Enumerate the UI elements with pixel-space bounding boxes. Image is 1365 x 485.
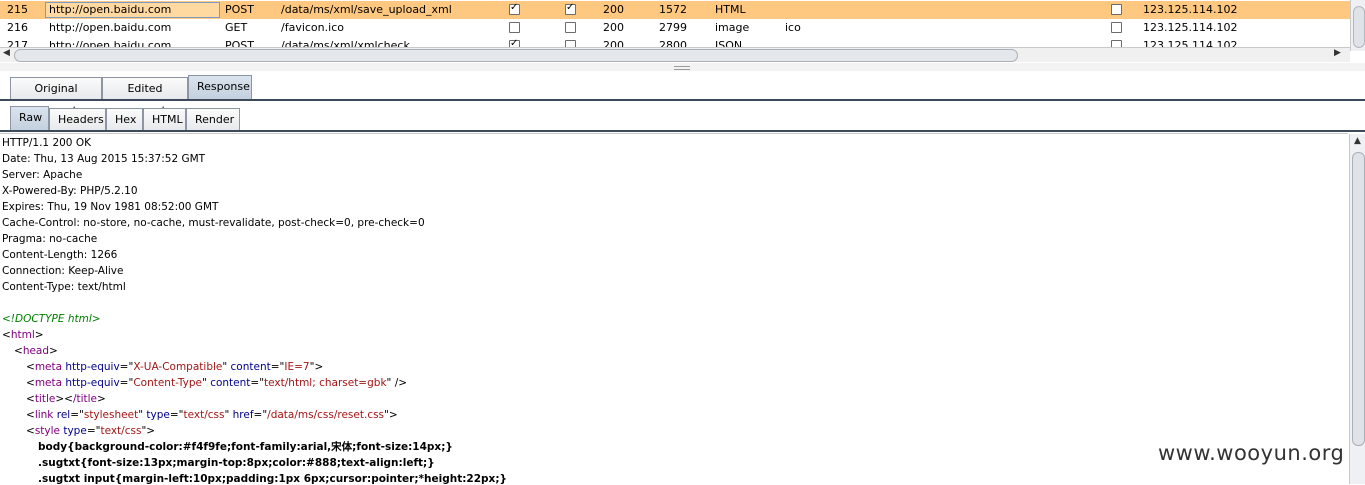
tab-hex[interactable]: Hex: [106, 108, 143, 130]
header-line: Content-Length: 1266: [2, 249, 118, 261]
attr-name: content: [210, 377, 251, 389]
attr-value: text/html; charset=gbk: [264, 377, 387, 389]
attr-name: http-equiv: [65, 377, 120, 389]
header-line: Pragma: no-cache: [2, 233, 98, 245]
tag-name: meta: [34, 377, 63, 389]
splitter-grip-icon[interactable]: [674, 66, 690, 70]
comment-checkbox[interactable]: [1111, 4, 1122, 15]
attr-name: rel: [56, 409, 71, 421]
row-length: 1572: [659, 3, 687, 16]
response-raw-view[interactable]: HTTP/1.1 200 OK Date: Thu, 13 Aug 2015 1…: [0, 133, 1348, 485]
row-number: 216: [7, 21, 28, 34]
title-line: <title></title>: [26, 393, 106, 405]
row-status: 200: [603, 21, 624, 34]
head-open-line: <head>: [14, 345, 58, 357]
row-path: /data/ms/xml/save_upload_xml: [281, 3, 452, 16]
scrollbar-thumb[interactable]: [14, 49, 1018, 62]
tag-name: style: [34, 425, 60, 437]
header-line: HTTP/1.1 200 OK: [2, 137, 91, 149]
edited-checkbox[interactable]: [565, 2, 576, 15]
tag-close: />: [391, 377, 408, 389]
css-line: .sugtxt input{margin-left:10px;padding:1…: [38, 473, 507, 485]
header-line: Expires: Thu, 19 Nov 1981 08:52:00 GMT: [2, 201, 219, 213]
tab-raw[interactable]: Raw: [10, 106, 49, 130]
row-status: 200: [603, 3, 624, 16]
row-host[interactable]: http://open.baidu.com: [45, 2, 220, 18]
row-number: 215: [7, 3, 28, 16]
row-mime: image: [715, 21, 750, 34]
attr-value: text/css: [100, 425, 142, 437]
row-mime: HTML: [715, 3, 746, 16]
scrollbar-thumb[interactable]: [1352, 152, 1365, 446]
header-line: X-Powered-By: PHP/5.2.10: [2, 185, 138, 197]
tag-name: html: [10, 329, 35, 341]
attr-value: text/css: [183, 409, 225, 421]
header-line: Date: Thu, 13 Aug 2015 15:37:52 GMT: [2, 153, 206, 165]
row-ip: 123.125.114.102: [1143, 21, 1238, 34]
tag-name: title: [34, 393, 56, 405]
table-row[interactable]: 215 http://open.baidu.com POST /data/ms/…: [0, 1, 1350, 19]
tab-response[interactable]: Response: [188, 75, 252, 99]
content-vertical-scrollbar[interactable]: ▲: [1349, 134, 1365, 484]
row-path: /favicon.ico: [281, 21, 344, 34]
attr-name: content: [230, 361, 271, 373]
params-checkbox[interactable]: [509, 2, 520, 15]
scroll-left-icon[interactable]: ◀: [3, 48, 10, 58]
params-checkbox[interactable]: [509, 22, 520, 33]
tab-render[interactable]: Render: [186, 108, 240, 130]
attr-name: type: [63, 425, 87, 437]
pane-splitter[interactable]: [0, 63, 1365, 71]
header-line: Cache-Control: no-store, no-cache, must-…: [2, 217, 425, 229]
row-host[interactable]: http://open.baidu.com: [49, 21, 171, 35]
edited-checkbox[interactable]: [565, 22, 576, 33]
header-line: Connection: Keep-Alive: [2, 265, 124, 277]
attr-name: type: [146, 409, 170, 421]
table-horizontal-scrollbar[interactable]: ◀ ▶: [0, 47, 1350, 62]
attr-value: /data/ms/css/reset.css: [267, 409, 385, 421]
table-row[interactable]: 216 http://open.baidu.com GET /favicon.i…: [0, 19, 1350, 37]
scroll-up-icon[interactable]: ▲: [1354, 136, 1361, 146]
attr-value: stylesheet: [83, 409, 139, 421]
row-extension: ico: [785, 21, 801, 34]
row-method: GET: [225, 21, 248, 34]
header-line: Content-Type: text/html: [2, 281, 126, 293]
tag-name: /title: [72, 393, 98, 405]
tab-edited-request[interactable]: Edited request: [102, 77, 188, 117]
tag-name: link: [34, 409, 54, 421]
row-ip: 123.125.114.102: [1143, 3, 1238, 16]
css-line: .sugtxt{font-size:13px;margin-top:8px;co…: [38, 457, 435, 469]
attr-name: http-equiv: [65, 361, 120, 373]
css-line: body{background-color:#f4f9fe;font-famil…: [38, 441, 453, 453]
header-line: Server: Apache: [2, 169, 83, 181]
scroll-right-icon[interactable]: ▶: [1334, 48, 1341, 58]
tag-close: >: [314, 361, 324, 373]
tab-html[interactable]: HTML: [143, 108, 186, 130]
view-tabs: Raw Headers Hex HTML Render: [0, 104, 1365, 132]
tag-name: meta: [34, 361, 63, 373]
html-open-line: <html>: [2, 329, 44, 341]
row-method: POST: [225, 3, 254, 16]
tab-original-request[interactable]: Original request: [10, 77, 102, 117]
attr-name: href: [232, 409, 254, 421]
meta-line: <meta http-equiv="X-UA-Compatible" conte…: [26, 361, 324, 373]
history-table: 215 http://open.baidu.com POST /data/ms/…: [0, 0, 1350, 51]
tab-headers[interactable]: Headers: [49, 108, 106, 130]
scrollbar-thumb[interactable]: [1353, 6, 1365, 48]
attr-value: IE=7: [284, 361, 310, 373]
table-vertical-scrollbar[interactable]: [1350, 0, 1365, 51]
tag-name: head: [22, 345, 50, 357]
link-line: <link rel="stylesheet" type="text/css" h…: [26, 409, 398, 421]
meta-line: <meta http-equiv="Content-Type" content=…: [26, 377, 408, 389]
row-length: 2799: [659, 21, 687, 34]
watermark: www.wooyun.org: [1158, 441, 1345, 465]
doctype-line: <!DOCTYPE html>: [2, 313, 101, 325]
style-line: <style type="text/css">: [26, 425, 156, 437]
attr-value: Content-Type: [133, 377, 203, 389]
attr-value: X-UA-Compatible: [133, 361, 223, 373]
message-tabs: Original request Edited request Response: [0, 73, 1365, 117]
comment-checkbox[interactable]: [1111, 22, 1122, 33]
